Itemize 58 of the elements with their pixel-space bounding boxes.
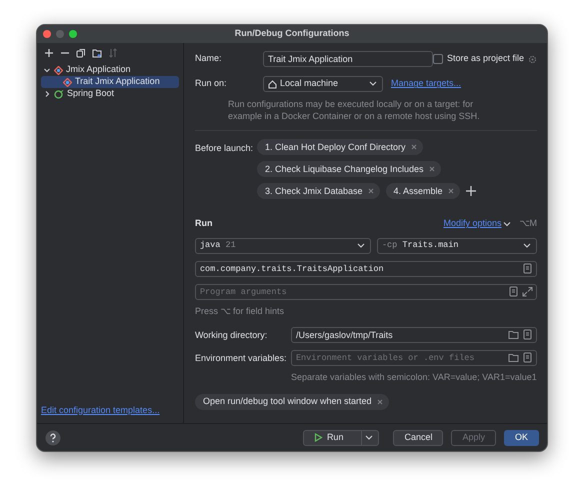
add-icon[interactable] — [466, 186, 476, 196]
environment-variables-field[interactable]: Environment variables or .env files — [290, 350, 537, 366]
file-icon[interactable] — [508, 286, 519, 297]
edit-templates-link[interactable]: Edit configuration templates... — [41, 404, 179, 417]
run-icon — [314, 433, 323, 442]
house-icon — [268, 80, 277, 88]
file-icon[interactable] — [522, 329, 533, 340]
name-field[interactable]: Trait Jmix Application — [262, 51, 433, 67]
folder-icon[interactable] — [508, 352, 519, 364]
modify-options-link[interactable]: Modify options — [443, 217, 512, 231]
close-button[interactable] — [43, 30, 51, 38]
field-label: Run on: — [194, 77, 228, 90]
app-icon — [63, 78, 72, 86]
classpath-dropdown[interactable]: -cp Traits.main — [376, 238, 537, 254]
task-chip[interactable]: 2. Check Liquibase Changelog Includes — [256, 161, 441, 178]
caret-icon[interactable] — [364, 432, 374, 442]
task-chip[interactable]: 1. Clean Hot Deploy Conf Directory — [256, 139, 423, 156]
working-directory-field[interactable]: /Users/gaslov/tmp/Traits — [290, 327, 537, 344]
add-icon[interactable] — [44, 48, 54, 58]
section-title: Run — [194, 217, 212, 230]
field-label: Working directory: — [194, 328, 268, 342]
gear-icon[interactable] — [528, 54, 537, 64]
run-button[interactable]: Run — [302, 430, 380, 446]
tree-item[interactable]: Spring Boot — [41, 88, 179, 100]
tree-item[interactable]: Jmix Application — [41, 64, 179, 76]
zoom-button[interactable] — [69, 30, 77, 38]
window-title: Run/Debug Configurations — [234, 27, 350, 40]
tree-item[interactable]: Trait Jmix Application — [41, 76, 179, 88]
checkbox-label: Store as project file — [446, 52, 524, 66]
file-icon[interactable] — [522, 262, 533, 274]
target-dropdown[interactable]: Local machine — [262, 76, 383, 92]
hint-text: Separate variables with semicolon: VAR=value; VAR1=value1 — [290, 371, 537, 384]
folder-icon[interactable] — [92, 48, 102, 58]
chevron-right-icon[interactable] — [43, 90, 51, 98]
dialog-button[interactable]: Cancel — [393, 430, 444, 446]
task-chip[interactable]: 4. Assemble — [386, 183, 460, 200]
task-chip[interactable]: 3. Check Jmix Database — [256, 183, 380, 200]
spring-icon — [54, 90, 64, 98]
chevron-down-icon[interactable] — [43, 66, 51, 74]
shortcut-text: ⌥M — [520, 217, 537, 230]
field-label: Environment variables: — [194, 352, 288, 365]
program-arguments-field[interactable]: Program arguments — [194, 284, 537, 300]
folder-icon[interactable] — [508, 329, 519, 340]
manage-targets-link[interactable]: Manage targets... — [390, 77, 461, 91]
dialog-button[interactable]: OK — [504, 430, 539, 446]
main-class-field[interactable]: com.company.traits.TraitsApplication — [194, 260, 537, 277]
help-icon[interactable] — [45, 430, 61, 446]
checkbox[interactable] — [432, 54, 443, 64]
app-icon — [54, 66, 63, 74]
field-label: Name: — [194, 52, 222, 66]
copy-icon[interactable] — [76, 48, 86, 58]
hint-text: Press ⌥ for field hints — [194, 304, 284, 318]
jdk-dropdown[interactable]: java 21 — [194, 238, 371, 254]
file-icon[interactable] — [522, 352, 533, 364]
help-text: Run configurations may be executed locally or on a target: for example in a Docker Container or on a remote host using SSH. — [228, 98, 481, 122]
expand-icon[interactable] — [522, 286, 533, 297]
option-chip[interactable]: Open run/debug tool window when started — [194, 394, 389, 410]
field-label: Before launch: — [194, 142, 254, 156]
